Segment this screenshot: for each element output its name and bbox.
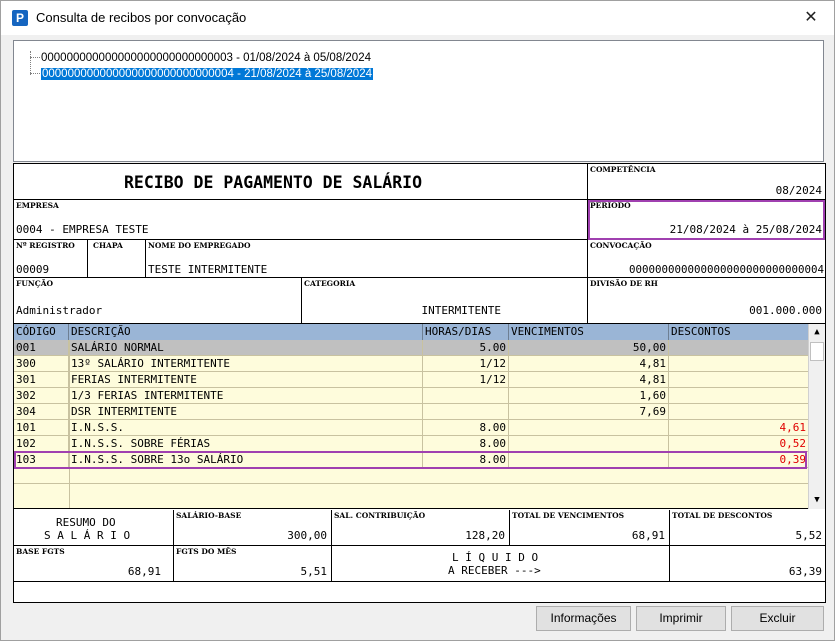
nome-value: TESTE INTERMITENTE — [148, 263, 268, 276]
sal-contribuicao-value: 128,20 — [465, 529, 505, 542]
registro-cell: Nº REGISTRO 00009 — [14, 240, 88, 278]
funcao-label: FUNÇÃO — [16, 279, 54, 288]
title-bar: P Consulta de recibos por convocação ✕ — [1, 1, 834, 35]
total-desc-cell: TOTAL DE DESCONTOS 5,52 — [670, 510, 825, 546]
nome-label: NOME DO EMPREGADO — [148, 241, 251, 250]
table-row-empty[interactable] — [14, 468, 808, 484]
total-desc-label: TOTAL DE DESCONTOS — [672, 511, 773, 520]
categoria-value: INTERMITENTE — [421, 304, 501, 317]
periodo-highlight-outline — [588, 200, 825, 240]
scroll-thumb[interactable] — [810, 342, 824, 361]
col-descontos[interactable]: DESCONTOS — [669, 324, 808, 340]
empresa-value: 0004 - EMPRESA TESTE — [16, 223, 149, 236]
resumo-cell: RESUMO DO S A L Á R I O — [14, 510, 174, 546]
tree-item-selected[interactable]: 000000000000000000000000000004 - 21/08/2… — [30, 67, 373, 81]
categoria-label: CATEGORIA — [304, 279, 356, 288]
salario-base-label: SALÁRIO-BASE — [176, 511, 242, 520]
nome-cell: NOME DO EMPREGADO TESTE INTERMITENTE — [146, 240, 588, 278]
liquido-value: 63,39 — [788, 565, 822, 578]
app-logo-icon: P — [12, 10, 28, 26]
resumo-line2: S A L Á R I O — [44, 529, 131, 542]
fgts-mes-label: FGTS DO MÊS — [176, 547, 237, 556]
payslip-title-cell: RECIBO DE PAGAMENTO DE SALÁRIO — [14, 164, 588, 200]
sal-contribuicao-label: SAL. CONTRIBUIÇÃO — [334, 511, 426, 520]
col-vencimentos[interactable]: VENCIMENTOS — [509, 324, 669, 340]
funcao-value: Administrador — [16, 304, 103, 317]
registro-label: Nº REGISTRO — [16, 241, 75, 250]
total-venc-value: 68,91 — [631, 529, 665, 542]
registro-value: 00009 — [16, 263, 50, 276]
scroll-down-icon[interactable]: ▼ — [809, 492, 825, 509]
payslip: RECIBO DE PAGAMENTO DE SALÁRIO COMPETÊNC… — [13, 163, 826, 603]
salario-base-value: 300,00 — [287, 529, 327, 542]
excluir-button[interactable]: Excluir — [731, 606, 824, 631]
table-row[interactable]: 101 I.N.S.S. 8.00 4,61 — [14, 420, 808, 436]
funcao-cell: FUNÇÃO Administrador — [14, 278, 302, 324]
imprimir-button[interactable]: Imprimir — [636, 606, 726, 631]
items-grid[interactable]: CÓDIGO DESCRIÇÃO HORAS/DIAS VENCIMENTOS … — [14, 324, 825, 509]
highlighted-row-outline — [14, 451, 807, 469]
convocation-tree[interactable]: 000000000000000000000000000003 - 01/08/2… — [13, 40, 824, 162]
grid-scrollbar[interactable]: ▲ ▼ — [808, 324, 825, 509]
divisao-cell: DIVISÃO DE RH 001.000.000 — [588, 278, 825, 324]
liquido-line2: A RECEBER ---> — [448, 564, 541, 577]
liquido-cell: 63,39 — [670, 546, 825, 582]
table-row-empty[interactable] — [14, 484, 808, 500]
competencia-value: 08/2024 — [775, 184, 822, 197]
table-row[interactable]: 304 DSR INTERMITENTE 7,69 — [14, 404, 808, 420]
categoria-cell: CATEGORIA INTERMITENTE — [302, 278, 588, 324]
receipt-query-window: P Consulta de recibos por convocação ✕ 0… — [0, 0, 835, 641]
table-row[interactable]: 001 SALÁRIO NORMAL 5.00 50,00 — [14, 340, 808, 356]
base-fgts-label: BASE FGTS — [16, 547, 65, 556]
chapa-cell: CHAPA — [88, 240, 146, 278]
tree-item[interactable]: 000000000000000000000000000003 - 01/08/2… — [30, 51, 371, 65]
convocacao-value: 000000000000000000000000000004 — [628, 263, 824, 276]
base-fgts-value: 68,91 — [127, 565, 161, 578]
empresa-cell: EMPRESA 0004 - EMPRESA TESTE — [14, 200, 588, 240]
divisao-label: DIVISÃO DE RH — [590, 279, 658, 288]
table-row[interactable]: 102 I.N.S.S. SOBRE FÉRIAS 8.00 0,52 — [14, 436, 808, 452]
total-venc-label: TOTAL DE VENCIMENTOS — [512, 511, 625, 520]
liquido-line1: L Í Q U I D O — [452, 551, 539, 564]
total-venc-cell: TOTAL DE VENCIMENTOS 68,91 — [510, 510, 670, 546]
empresa-label: EMPRESA — [16, 201, 59, 210]
chapa-label: CHAPA — [93, 241, 123, 250]
divisao-value: 001.000.000 — [749, 304, 822, 317]
competencia-label: COMPETÊNCIA — [590, 165, 656, 174]
scroll-up-icon[interactable]: ▲ — [809, 324, 825, 341]
table-row[interactable]: 302 1/3 FERIAS INTERMITENTE 1,60 — [14, 388, 808, 404]
competencia-cell: COMPETÊNCIA 08/2024 — [588, 164, 825, 200]
total-desc-value: 5,52 — [795, 529, 823, 542]
window-title: Consulta de recibos por convocação — [36, 10, 247, 25]
sal-contribuicao-cell: SAL. CONTRIBUIÇÃO 128,20 — [332, 510, 510, 546]
resumo-line1: RESUMO DO — [56, 516, 116, 529]
payslip-title: RECIBO DE PAGAMENTO DE SALÁRIO — [124, 173, 423, 192]
grid-header: CÓDIGO DESCRIÇÃO HORAS/DIAS VENCIMENTOS … — [14, 324, 808, 340]
col-horas[interactable]: HORAS/DIAS — [423, 324, 509, 340]
liquido-label-cell: L Í Q U I D O A RECEBER ---> — [332, 546, 670, 582]
salario-base-cell: SALÁRIO-BASE 300,00 — [174, 510, 332, 546]
informacoes-button[interactable]: Informações — [536, 606, 631, 631]
base-fgts-cell: BASE FGTS 68,91 — [14, 546, 174, 582]
convocacao-label: CONVOCAÇÃO — [590, 241, 652, 250]
col-codigo[interactable]: CÓDIGO — [14, 324, 69, 340]
fgts-mes-cell: FGTS DO MÊS 5,51 — [174, 546, 332, 582]
table-row[interactable]: 300 13º SALÁRIO INTERMITENTE 1/12 4,81 — [14, 356, 808, 372]
col-descricao[interactable]: DESCRIÇÃO — [69, 324, 423, 340]
fgts-mes-value: 5,51 — [300, 565, 328, 578]
table-row[interactable]: 301 FERIAS INTERMITENTE 1/12 4,81 — [14, 372, 808, 388]
close-icon[interactable]: ✕ — [800, 7, 822, 29]
convocacao-cell: CONVOCAÇÃO 00000000000000000000000000000… — [588, 240, 825, 278]
